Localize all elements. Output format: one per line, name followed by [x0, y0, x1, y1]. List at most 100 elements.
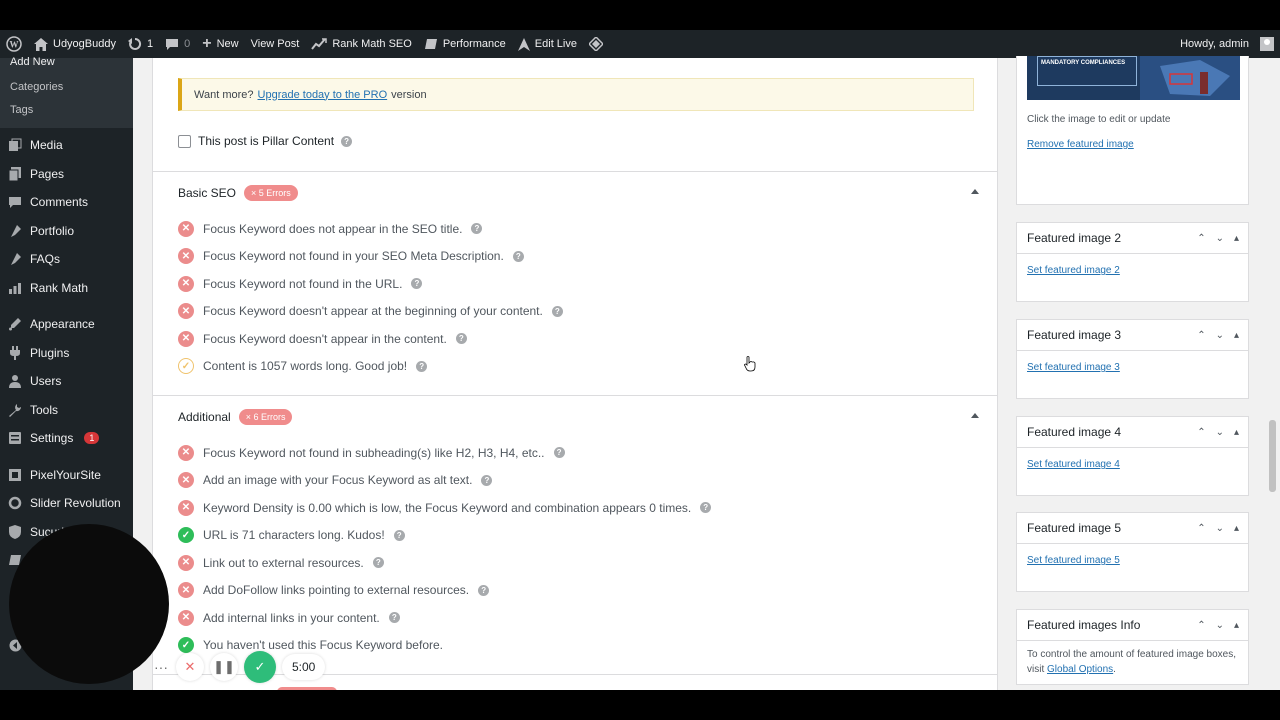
- sidebar-item-faqs[interactable]: FAQs: [0, 245, 133, 274]
- edit-live-button[interactable]: Edit Live: [512, 30, 583, 58]
- toggle-panel-icon[interactable]: ▴: [1234, 427, 1239, 438]
- rank-math-seo-panel: Want more? Upgrade today to the PRO vers…: [152, 58, 998, 690]
- basic-seo-title: Basic SEO: [178, 186, 237, 200]
- check-text: Add internal links in your content.: [203, 610, 380, 625]
- toggle-panel-icon[interactable]: ▴: [1234, 523, 1239, 534]
- global-options-link[interactable]: Global Options: [1047, 664, 1113, 675]
- pillar-content-option: This post is Pillar Content ?: [178, 134, 353, 148]
- set-featured-image-4-link[interactable]: Set featured image 4: [1017, 448, 1248, 481]
- toggle-panel-icon[interactable]: ▴: [1234, 330, 1239, 341]
- sidebar-item-label: Plugins: [30, 345, 70, 360]
- featured-image-caption: MANDATORY COMPLIANCES: [1041, 60, 1126, 66]
- pause-recording-button[interactable]: ❚❚: [210, 653, 238, 681]
- sidebar-item-plugins[interactable]: Plugins: [0, 339, 133, 368]
- help-icon[interactable]: ?: [478, 584, 490, 596]
- sidebar-item-appearance[interactable]: Appearance: [0, 310, 133, 339]
- menu-separator: [0, 302, 133, 310]
- toggle-panel-icon[interactable]: ▴: [1234, 620, 1239, 631]
- sidebar-item-tools[interactable]: Tools: [0, 396, 133, 425]
- sidebar-item-label: Tools: [30, 402, 59, 417]
- move-down-icon[interactable]: ⌄: [1216, 523, 1224, 534]
- comments-count: 0: [184, 38, 191, 50]
- help-icon[interactable]: ?: [481, 474, 493, 486]
- sidebar-item-label: PixelYourSite: [30, 467, 101, 482]
- upgrade-pro-link[interactable]: Upgrade today to the PRO: [258, 89, 388, 101]
- card-header[interactable]: Featured images Info ⌃ ⌄ ▴: [1017, 610, 1248, 641]
- performance-label: Performance: [442, 38, 506, 50]
- help-icon[interactable]: ?: [411, 278, 423, 290]
- pillar-content-label[interactable]: This post is Pillar Content: [198, 134, 334, 148]
- finish-recording-button[interactable]: ✓: [244, 651, 276, 683]
- card-title: Featured image 4: [1027, 425, 1122, 439]
- fail-icon: ✕: [178, 275, 194, 292]
- cancel-recording-button[interactable]: ✕: [176, 653, 204, 681]
- scrollbar-thumb[interactable]: [1269, 420, 1276, 492]
- help-icon[interactable]: ?: [416, 360, 428, 372]
- help-icon[interactable]: ?: [471, 223, 483, 235]
- wordpress-logo-button[interactable]: W: [0, 30, 28, 58]
- sidebar-item-slider-revolution[interactable]: Slider Revolution: [0, 489, 133, 518]
- view-post-link[interactable]: View Post: [245, 30, 306, 58]
- card-header[interactable]: Featured image 2 ⌃ ⌄ ▴: [1017, 223, 1248, 254]
- help-icon[interactable]: ?: [393, 529, 405, 541]
- more-options-icon[interactable]: ···: [152, 659, 170, 675]
- sidebar-item-portfolio[interactable]: Portfolio: [0, 217, 133, 246]
- sidebar-item-pages[interactable]: Pages: [0, 160, 133, 189]
- featured-image-thumbnail[interactable]: MANDATORY COMPLIANCES: [1027, 56, 1240, 100]
- submenu-tags[interactable]: Tags: [0, 99, 133, 122]
- diamond-menu-button[interactable]: [583, 30, 609, 58]
- move-up-icon[interactable]: ⌃: [1197, 427, 1205, 438]
- move-up-icon[interactable]: ⌃: [1197, 523, 1205, 534]
- sidebar-item-rank-math[interactable]: Rank Math: [0, 274, 133, 303]
- move-up-icon[interactable]: ⌃: [1197, 233, 1205, 244]
- submenu-add-new[interactable]: Add New: [0, 57, 133, 76]
- move-down-icon[interactable]: ⌄: [1216, 233, 1224, 244]
- card-header[interactable]: Featured image 3 ⌃ ⌄ ▴: [1017, 320, 1248, 351]
- move-down-icon[interactable]: ⌄: [1216, 330, 1224, 341]
- my-account-menu[interactable]: Howdy, admin: [1174, 30, 1280, 58]
- performance-menu[interactable]: Performance: [418, 30, 512, 58]
- help-icon[interactable]: ?: [341, 135, 353, 147]
- help-icon[interactable]: ?: [455, 333, 467, 345]
- card-header[interactable]: Featured image 4 ⌃ ⌄ ▴: [1017, 417, 1248, 448]
- help-icon[interactable]: ?: [700, 502, 712, 514]
- rank-math-menu[interactable]: Rank Math SEO: [305, 30, 417, 58]
- portfolio-icon: [8, 224, 22, 238]
- site-name-button[interactable]: UdyogBuddy: [28, 30, 122, 58]
- card-header[interactable]: Featured image 5 ⌃ ⌄ ▴: [1017, 513, 1248, 544]
- help-icon[interactable]: ?: [553, 447, 565, 459]
- sidebar-item-pixelyoursite[interactable]: PixelYourSite: [0, 461, 133, 490]
- new-content-button[interactable]: + New: [196, 30, 244, 58]
- edit-live-label: Edit Live: [534, 38, 577, 50]
- collapse-caret-icon[interactable]: [971, 189, 979, 194]
- move-down-icon[interactable]: ⌄: [1216, 427, 1224, 438]
- basic-seo-header[interactable]: Basic SEO × 5 Errors: [178, 172, 298, 214]
- toggle-panel-icon[interactable]: ▴: [1234, 233, 1239, 244]
- help-icon[interactable]: ?: [388, 612, 400, 624]
- sidebar-item-users[interactable]: Users: [0, 367, 133, 396]
- move-up-icon[interactable]: ⌃: [1197, 330, 1205, 341]
- set-featured-image-2-link[interactable]: Set featured image 2: [1017, 254, 1248, 287]
- webcam-bubble[interactable]: [9, 524, 169, 684]
- help-icon[interactable]: ?: [512, 250, 524, 262]
- howdy-label: Howdy, admin: [1180, 38, 1249, 50]
- set-featured-image-5-link[interactable]: Set featured image 5: [1017, 544, 1248, 577]
- help-icon[interactable]: ?: [372, 557, 384, 569]
- right-sidebar: MANDATORY COMPLIANCES Click the image to…: [1016, 56, 1249, 690]
- remove-featured-image-link[interactable]: Remove featured image: [1017, 128, 1144, 161]
- featured-image-card: MANDATORY COMPLIANCES Click the image to…: [1016, 56, 1249, 205]
- submenu-categories[interactable]: Categories: [0, 76, 133, 99]
- sidebar-item-settings[interactable]: Settings 1: [0, 424, 133, 453]
- help-icon[interactable]: ?: [551, 305, 563, 317]
- collapse-caret-icon[interactable]: [971, 413, 979, 418]
- additional-header[interactable]: Additional × 6 Errors: [178, 396, 293, 438]
- set-featured-image-3-link[interactable]: Set featured image 3: [1017, 351, 1248, 384]
- page-scrollbar[interactable]: [1266, 58, 1280, 690]
- sidebar-item-comments[interactable]: Comments: [0, 188, 133, 217]
- move-down-icon[interactable]: ⌄: [1216, 620, 1224, 631]
- updates-button[interactable]: 1: [122, 30, 159, 58]
- pillar-content-checkbox[interactable]: [178, 134, 191, 148]
- sidebar-item-media[interactable]: Media: [0, 131, 133, 160]
- move-up-icon[interactable]: ⌃: [1197, 620, 1205, 631]
- comments-button[interactable]: 0: [159, 30, 196, 58]
